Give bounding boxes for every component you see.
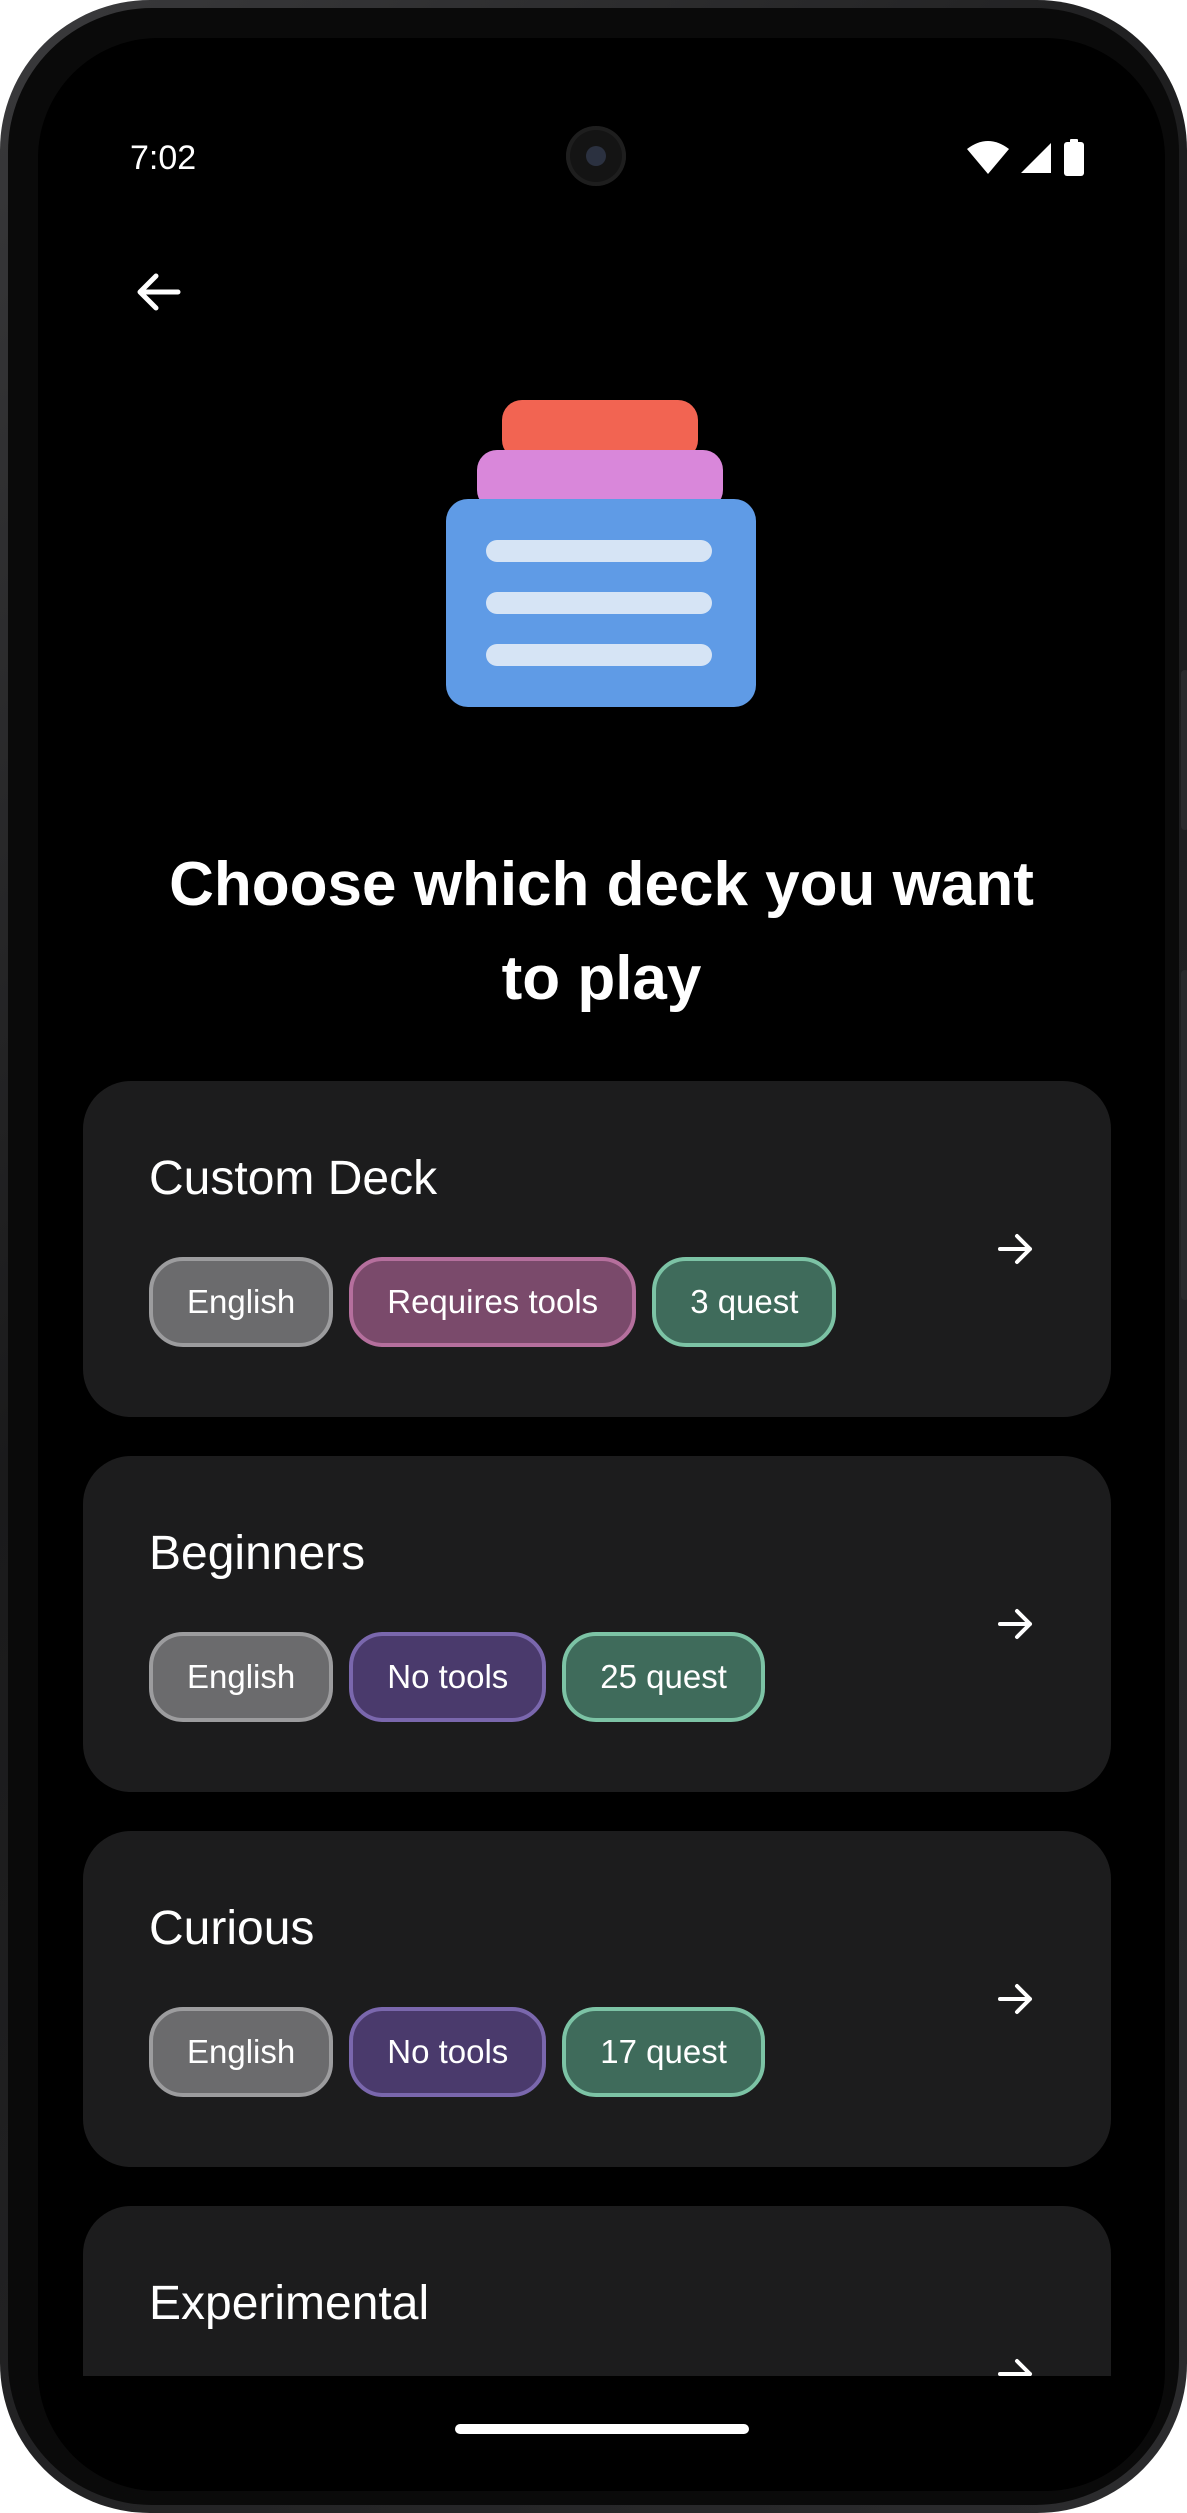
phone-bezel: 7:02 Choose which deck you want to play … xyxy=(8,8,1179,2505)
question-count-chip: 25 quest xyxy=(562,1632,765,1722)
signal-icon xyxy=(1021,143,1051,173)
deck-tags: English No tools 17 quest xyxy=(149,2007,765,2097)
deck-card[interactable]: Curious English No tools 17 quest xyxy=(83,1831,1111,2167)
deck-card[interactable]: Experimental xyxy=(83,2206,1111,2376)
arrow-left-icon xyxy=(137,273,181,311)
battery-icon xyxy=(1064,139,1084,176)
wifi-icon xyxy=(967,141,1009,174)
card-deck-icon xyxy=(446,400,756,734)
tools-chip: Requires tools xyxy=(349,1257,637,1347)
deck-tags: English No tools 25 quest xyxy=(149,1632,765,1722)
front-camera xyxy=(566,126,626,186)
deck-name: Custom Deck xyxy=(149,1152,438,1205)
screen: 7:02 Choose which deck you want to play … xyxy=(38,38,1165,2491)
question-count-chip: 3 quest xyxy=(652,1257,837,1347)
language-chip: English xyxy=(149,2007,334,2097)
language-chip: English xyxy=(149,1257,334,1347)
arrow-right-icon[interactable] xyxy=(981,2339,1051,2376)
deck-list[interactable]: Custom Deck English Requires tools 3 que… xyxy=(83,1081,1111,2376)
phone-frame: 7:02 Choose which deck you want to play … xyxy=(0,0,1187,2513)
arrow-right-icon[interactable] xyxy=(981,1964,1051,2034)
back-button[interactable] xyxy=(110,244,206,340)
deck-name: Experimental xyxy=(149,2277,430,2330)
volume-button xyxy=(1181,970,1187,1300)
tools-chip: No tools xyxy=(349,2007,547,2097)
deck-tags: English Requires tools 3 quest xyxy=(149,1257,837,1347)
power-button xyxy=(1181,670,1187,830)
deck-name: Beginners xyxy=(149,1527,366,1580)
language-chip: English xyxy=(149,1632,334,1722)
deck-card[interactable]: Custom Deck English Requires tools 3 que… xyxy=(83,1081,1111,1417)
arrow-right-icon[interactable] xyxy=(981,1589,1051,1659)
question-count-chip: 17 quest xyxy=(562,2007,765,2097)
status-icons xyxy=(967,138,1085,178)
page-title: Choose which deck you want to play xyxy=(169,850,1034,1013)
status-time: 7:02 xyxy=(130,139,197,177)
deck-card[interactable]: Beginners English No tools 25 quest xyxy=(83,1456,1111,1792)
home-indicator[interactable] xyxy=(455,2424,749,2434)
tools-chip: No tools xyxy=(349,1632,547,1722)
arrow-right-icon[interactable] xyxy=(981,1214,1051,1284)
deck-name: Curious xyxy=(149,1902,315,1955)
